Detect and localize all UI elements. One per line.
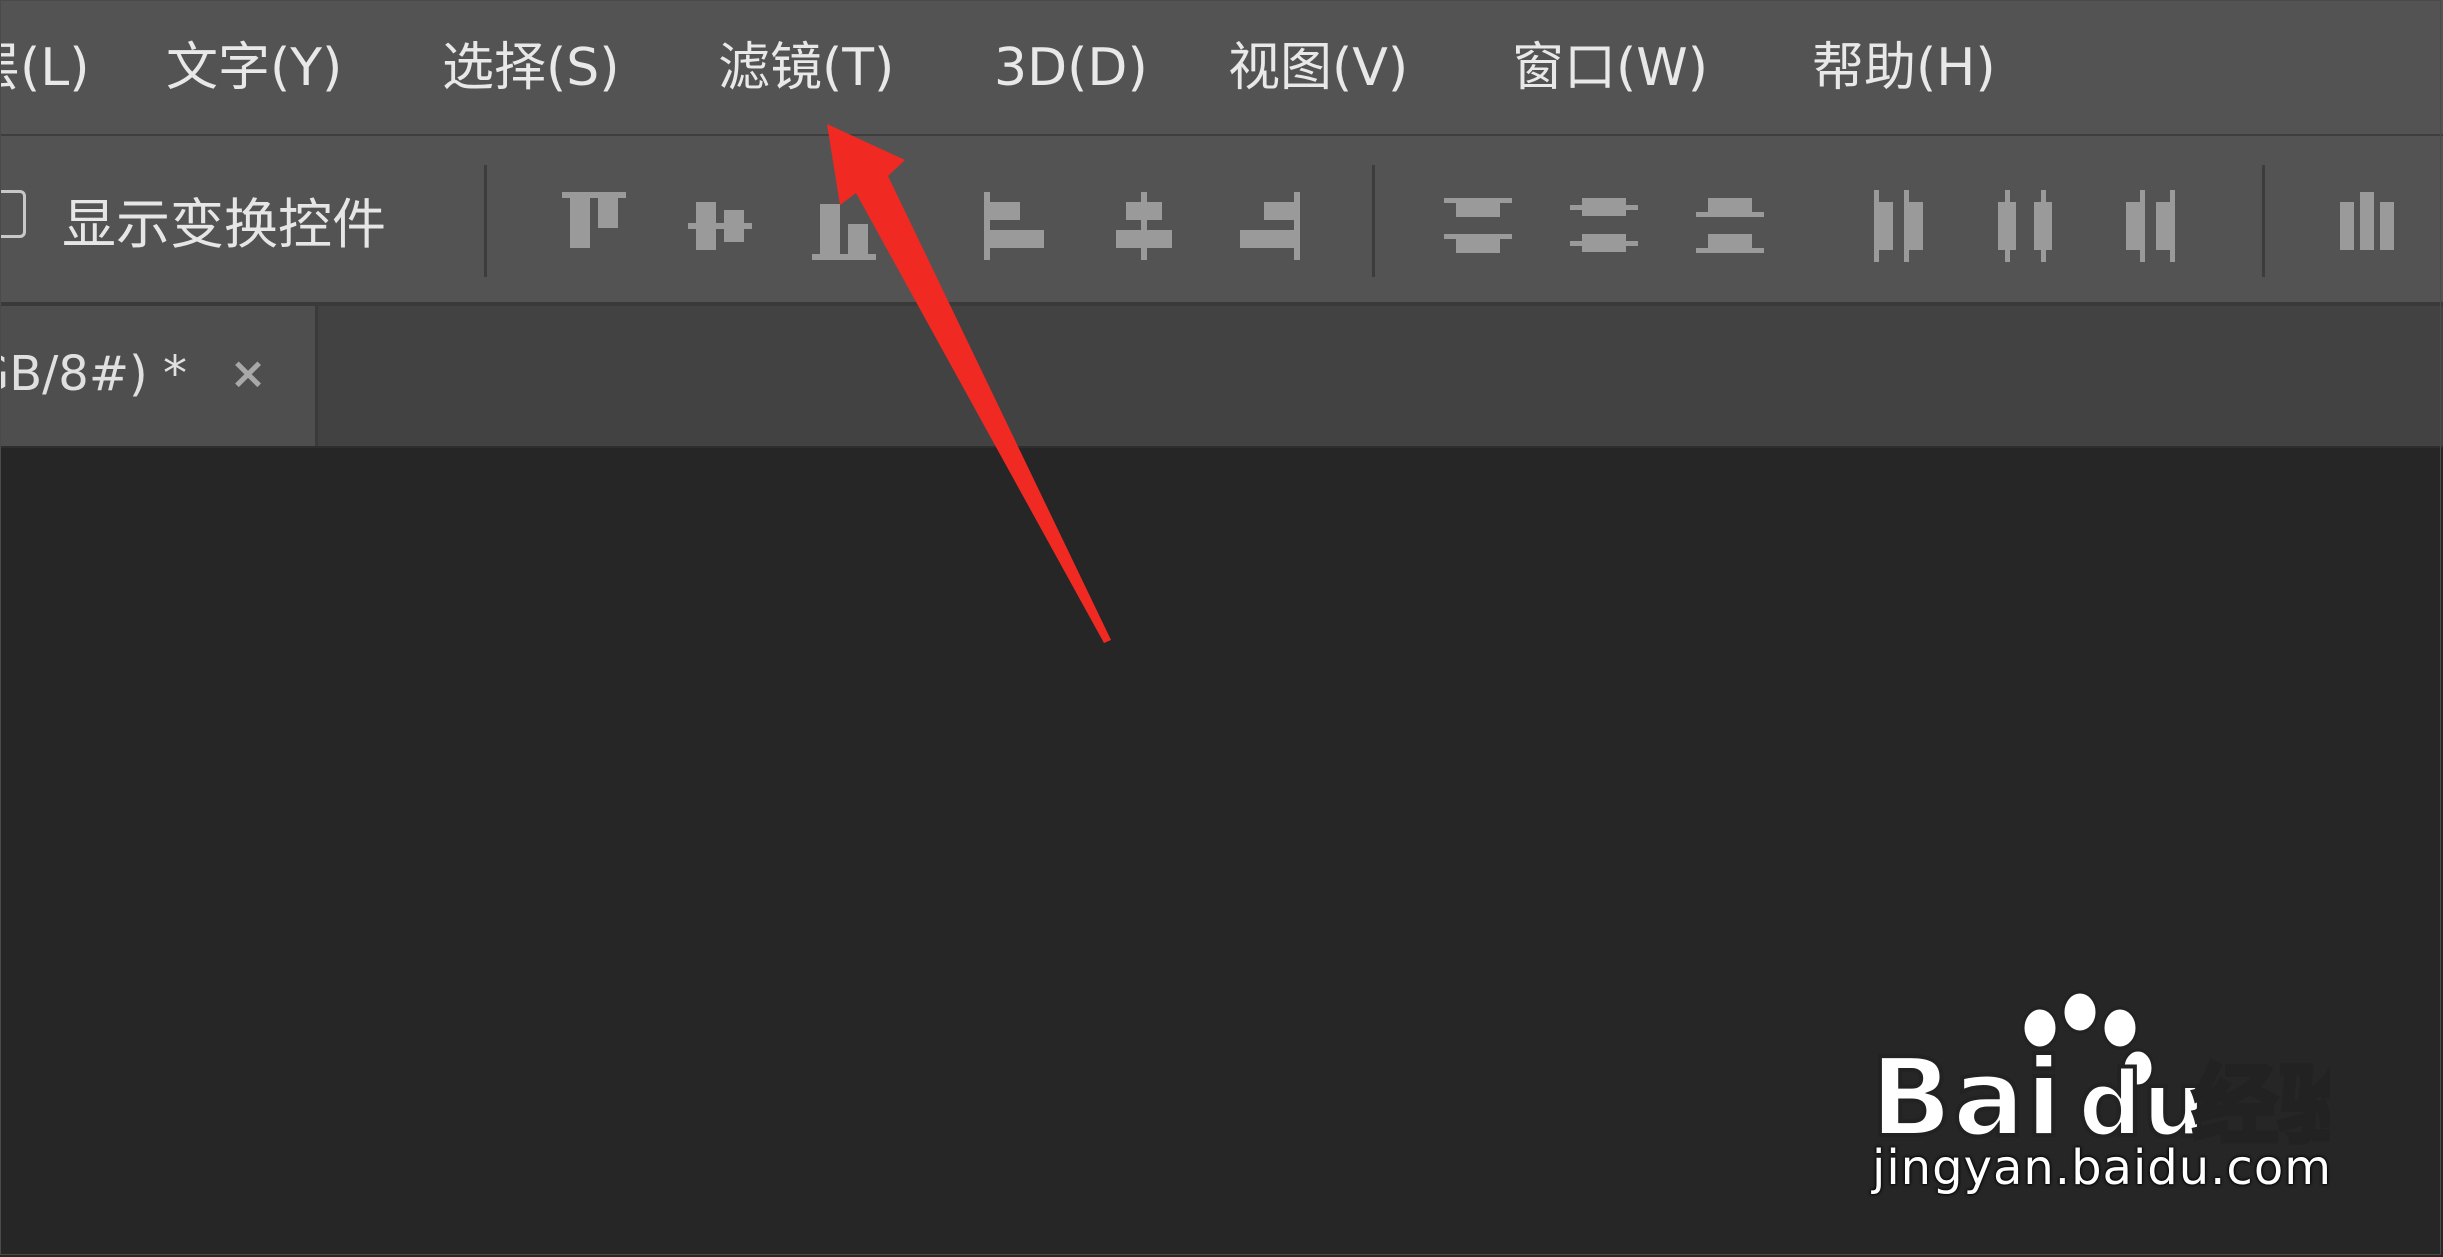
distribute-horizontal-centers-icon[interactable] xyxy=(1990,178,2062,274)
options-separator xyxy=(484,165,487,277)
watermark-url: jingyan.baidu.com xyxy=(1872,1140,2332,1196)
menu-type[interactable]: 文字(Y) xyxy=(166,36,342,100)
menu-bar: 层(L) 文字(Y) 选择(S) 滤镜(T) 3D(D) 视图(V) 窗口(W)… xyxy=(0,0,2443,136)
distribute-right-icon[interactable] xyxy=(2114,178,2186,274)
show-transform-controls-checkbox[interactable] xyxy=(0,190,26,238)
menu-filter[interactable]: 滤镜(T) xyxy=(718,36,894,100)
align-vertical-centers-icon[interactable] xyxy=(684,178,756,274)
menu-select[interactable]: 选择(S) xyxy=(442,36,620,100)
document-tab-bar: GB/8#) * × xyxy=(0,306,2443,448)
distribute-bottom-icon[interactable] xyxy=(1694,178,1766,274)
align-bottom-edges-icon[interactable] xyxy=(808,178,880,274)
options-separator xyxy=(2262,165,2265,277)
distribute-vertical-centers-icon[interactable] xyxy=(1568,178,1640,274)
close-icon[interactable]: × xyxy=(228,346,268,402)
align-right-edges-icon[interactable] xyxy=(1232,178,1304,274)
menu-view[interactable]: 视图(V) xyxy=(1228,36,1408,100)
menu-3d[interactable]: 3D(D) xyxy=(994,36,1148,100)
align-horizontal-centers-icon[interactable] xyxy=(1108,178,1180,274)
menu-layer[interactable]: 层(L) xyxy=(0,36,90,100)
show-transform-controls-label: 显示变换控件 xyxy=(62,193,386,256)
menu-help[interactable]: 帮助(H) xyxy=(1812,36,1996,100)
auto-align-layers-icon[interactable] xyxy=(2334,178,2406,274)
align-top-edges-icon[interactable] xyxy=(558,178,630,274)
distribute-top-icon[interactable] xyxy=(1442,178,1514,274)
distribute-left-icon[interactable] xyxy=(1864,178,1936,274)
document-tab[interactable]: GB/8#) * × xyxy=(0,306,318,446)
align-left-edges-icon[interactable] xyxy=(980,178,1052,274)
menu-window[interactable]: 窗口(W) xyxy=(1512,36,1708,100)
document-tab-title: GB/8#) * xyxy=(0,346,188,402)
options-separator xyxy=(1372,165,1375,277)
